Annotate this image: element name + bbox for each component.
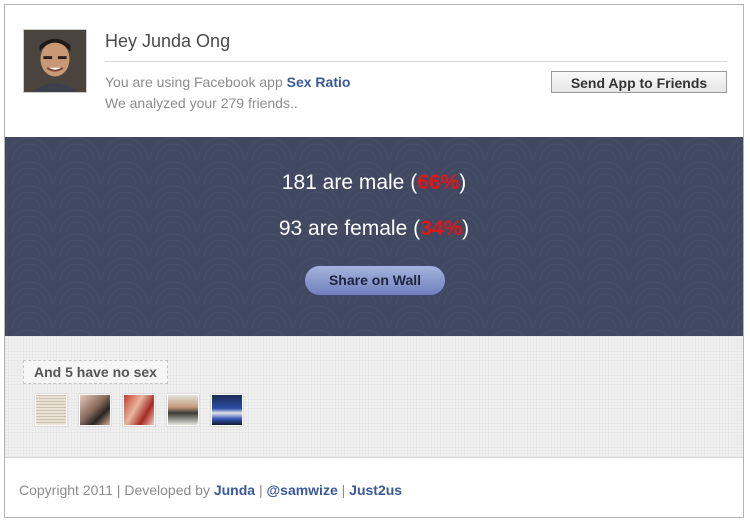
male-close-paren: ) bbox=[459, 171, 467, 194]
greeting: Hey Junda Ong bbox=[105, 31, 231, 51]
female-close-paren: ) bbox=[462, 217, 470, 240]
copyright-text: Copyright 2011 | Developed by bbox=[19, 482, 210, 498]
male-stat: 181 are male (66%) bbox=[5, 171, 743, 195]
friend-thumbnail[interactable] bbox=[35, 394, 67, 426]
company-link[interactable]: Just2us bbox=[349, 482, 402, 498]
share-on-wall-button[interactable]: Share on Wall bbox=[304, 265, 446, 296]
header: Hey Junda Ong You are using Facebook app… bbox=[5, 5, 743, 137]
user-avatar[interactable] bbox=[23, 29, 87, 93]
app-name-link[interactable]: Sex Ratio bbox=[287, 74, 351, 90]
female-stat: 93 are female (34%) bbox=[5, 217, 743, 241]
friend-thumbnail[interactable] bbox=[123, 394, 155, 426]
developer-link[interactable]: Junda bbox=[214, 482, 255, 498]
footer-separator: | bbox=[341, 482, 346, 498]
friend-thumbnail[interactable] bbox=[79, 394, 111, 426]
female-percent: 34% bbox=[420, 217, 463, 240]
friend-thumbnail[interactable] bbox=[211, 394, 243, 426]
usage-prefix: You are using Facebook app bbox=[105, 74, 283, 90]
footer: Copyright 2011 | Developed by Junda | @s… bbox=[5, 457, 743, 517]
analyzed-text: We analyzed your 279 friends.. bbox=[105, 95, 298, 111]
twitter-link[interactable]: @samwize bbox=[267, 482, 338, 498]
divider bbox=[105, 61, 727, 62]
no-sex-friends-list bbox=[35, 394, 243, 426]
app-frame: Hey Junda Ong You are using Facebook app… bbox=[4, 4, 744, 518]
friend-thumbnail[interactable] bbox=[167, 394, 199, 426]
no-sex-label: And 5 have no sex bbox=[23, 360, 168, 384]
female-count-text: 93 are female ( bbox=[278, 217, 421, 240]
no-sex-section: And 5 have no sex bbox=[5, 336, 743, 457]
footer-text: Copyright 2011 | Developed by Junda | @s… bbox=[19, 482, 402, 498]
results-panel: 181 are male (66%) 93 are female (34%) S… bbox=[5, 137, 743, 336]
avatar-photo-icon bbox=[24, 30, 86, 92]
usage-text: You are using Facebook app Sex Ratio bbox=[105, 74, 350, 90]
male-count-text: 181 are male ( bbox=[281, 171, 418, 194]
male-percent: 66% bbox=[417, 171, 460, 194]
send-app-to-friends-button[interactable]: Send App to Friends bbox=[551, 71, 727, 93]
footer-separator: | bbox=[258, 482, 263, 498]
